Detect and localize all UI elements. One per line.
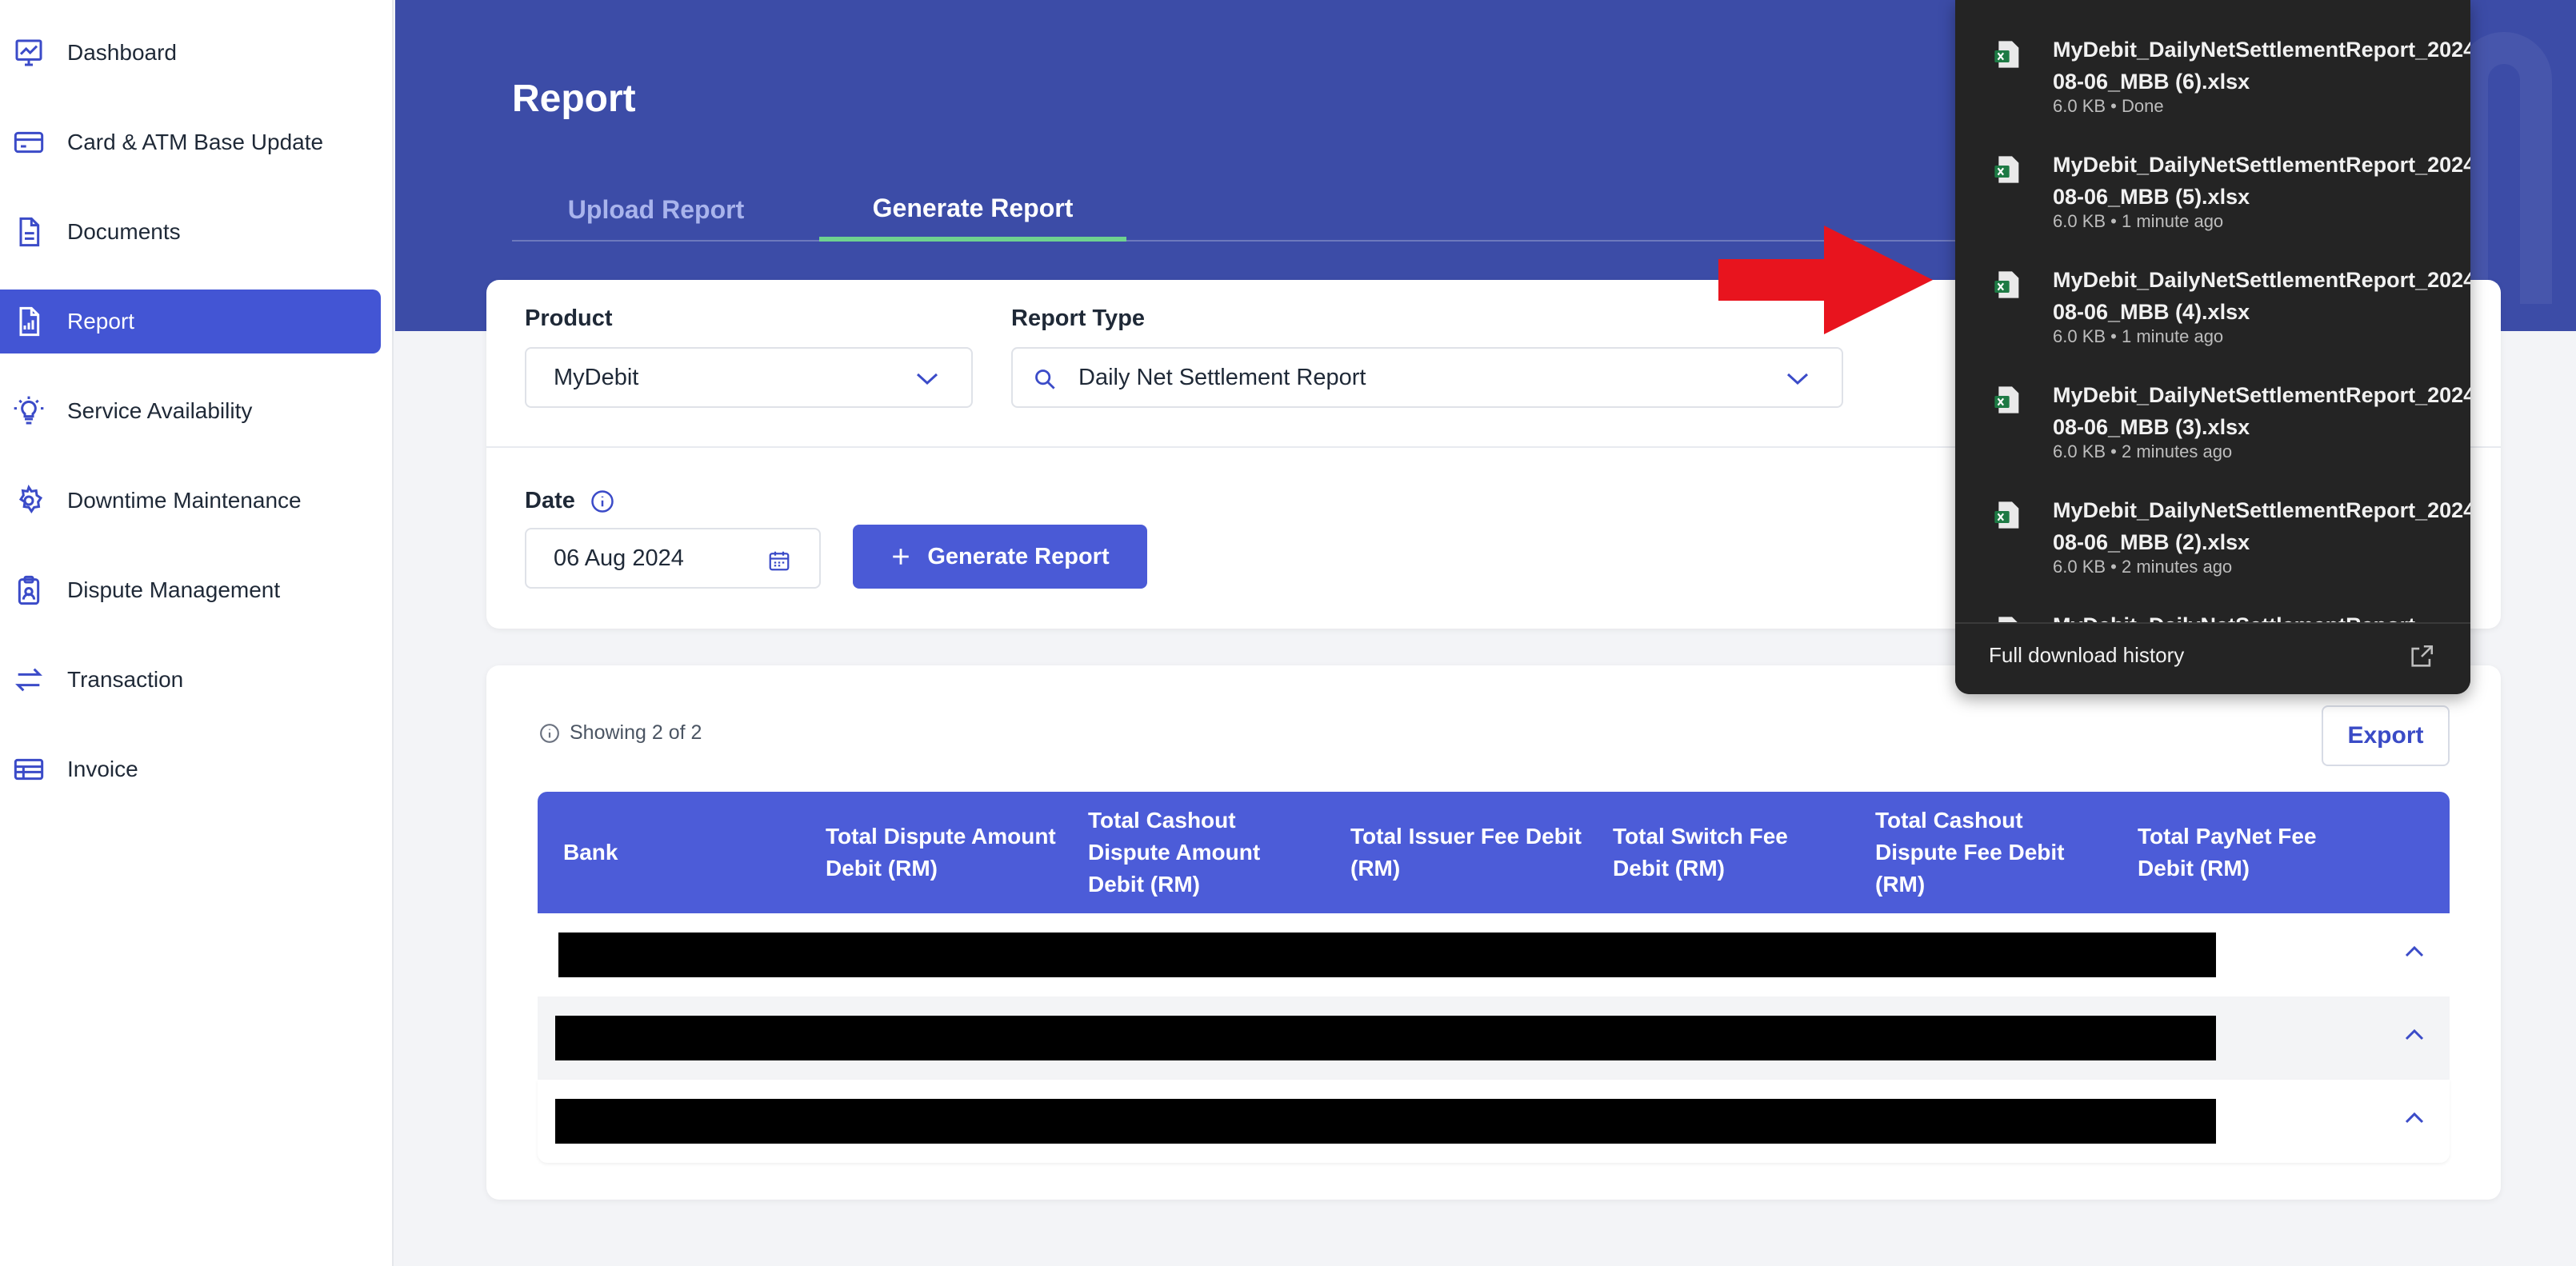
column-header-total-dispute-amount[interactable]: Total Dispute Amount Debit (RM): [826, 792, 1058, 913]
calendar-icon[interactable]: [766, 549, 792, 573]
card-icon: [13, 126, 45, 158]
sidebar-item-documents[interactable]: Documents: [0, 200, 381, 264]
clipboard-icon: [13, 574, 45, 606]
showing-count: Showing 2 of 2: [539, 721, 702, 745]
download-filename: MyDebit_DailyNetSettlementReport_2024-08…: [2053, 383, 2470, 439]
download-meta: 6.0 KB • 1 minute ago: [2053, 326, 2224, 346]
redacted-row-content: [558, 933, 2216, 977]
full-download-history-label: Full download history: [1989, 643, 2185, 667]
sidebar-item-invoice[interactable]: Invoice: [0, 737, 381, 801]
product-select[interactable]: MyDebit: [525, 347, 973, 408]
sidebar-item-label: Transaction: [67, 667, 184, 692]
sidebar-item-label: Invoice: [67, 757, 138, 781]
column-header-total-switch-fee[interactable]: Total Switch Fee Debit (RM): [1613, 792, 1845, 913]
sidebar-item-card-atm[interactable]: Card & ATM Base Update: [0, 110, 381, 174]
chevron-up-icon[interactable]: [2403, 942, 2426, 961]
tab-generate-report[interactable]: Generate Report: [819, 179, 1126, 242]
table-row[interactable]: [538, 1080, 2450, 1163]
showing-text: Showing 2 of 2: [570, 721, 702, 744]
full-download-history-link[interactable]: Full download history: [1955, 622, 2470, 694]
excel-file-icon: [1994, 386, 2019, 413]
sidebar-item-label: Dashboard: [67, 40, 177, 65]
sidebar-item-label: Dispute Management: [67, 577, 281, 602]
download-meta: 6.0 KB • Done: [2053, 96, 2164, 116]
plus-icon: [893, 549, 910, 565]
redacted-row-content: [555, 1099, 2216, 1144]
invoice-icon: [13, 753, 45, 785]
chevron-up-icon[interactable]: [2403, 1108, 2426, 1128]
lightbulb-icon: [13, 395, 45, 427]
column-header-total-issuer-fee[interactable]: Total Issuer Fee Debit (RM): [1350, 792, 1582, 913]
download-meta: 6.0 KB • 1 minute ago: [2053, 211, 2224, 231]
sidebar-item-report[interactable]: Report: [0, 290, 381, 353]
redacted-row-content: [555, 1016, 2216, 1060]
chevron-up-icon[interactable]: [2403, 1025, 2426, 1044]
tab-upload-report[interactable]: Upload Report: [560, 179, 752, 240]
product-label: Product: [525, 306, 613, 331]
generate-report-label: Generate Report: [927, 543, 1110, 569]
chart-icon: [13, 37, 45, 69]
download-meta: 6.0 KB • 2 minutes ago: [2053, 557, 2233, 577]
external-link-icon: [2411, 645, 2434, 667]
download-item[interactable]: MyDebit_DailyNetSettlementReport_2024-08…: [1955, 115, 2470, 231]
table-row[interactable]: [538, 996, 2450, 1080]
date-value: 06 Aug 2024: [554, 545, 684, 571]
download-item[interactable]: MyDebit_DailyNetSettlementReport_2024-08…: [1955, 0, 2470, 116]
sidebar-item-downtime-maintenance[interactable]: Downtime Maintenance: [0, 469, 381, 533]
excel-file-icon: [1994, 501, 2019, 529]
red-arrow-annotation: [1718, 226, 1933, 334]
download-meta: 6.0 KB • 2 minutes ago: [2053, 441, 2233, 461]
info-icon: [540, 723, 559, 743]
transfer-icon: [13, 664, 45, 696]
export-button[interactable]: Export: [2322, 705, 2450, 766]
sidebar: Dashboard Card & ATM Base Update Documen…: [0, 0, 394, 1266]
sidebar-item-label: Card & ATM Base Update: [67, 130, 324, 154]
table-header: Bank Total Dispute Amount Debit (RM) Tot…: [538, 792, 2450, 913]
sidebar-item-transaction[interactable]: Transaction: [0, 648, 381, 712]
downloads-panel: MyDebit_DailyNetSettlementReport_2024-08…: [1955, 0, 2470, 694]
sidebar-item-dispute-management[interactable]: Dispute Management: [0, 558, 381, 622]
product-value: MyDebit: [554, 364, 639, 390]
excel-file-icon: [1994, 271, 2019, 298]
gear-icon: [13, 484, 45, 517]
document-icon: [13, 216, 45, 248]
date-label: Date: [525, 488, 575, 513]
report-type-select[interactable]: Daily Net Settlement Report: [1011, 347, 1843, 408]
sidebar-item-service-availability[interactable]: Service Availability: [0, 379, 381, 443]
date-input[interactable]: 06 Aug 2024: [525, 528, 821, 589]
column-header-total-cashout-dispute-amount[interactable]: Total Cashout Dispute Amount Debit (RM): [1088, 792, 1320, 913]
download-item[interactable]: MyDebit_DailyNetSettlementReport_2024-08…: [1955, 461, 2470, 577]
sidebar-item-label: Service Availability: [67, 398, 253, 423]
download-filename: MyDebit_DailyNetSettlementReport_2024-08…: [2053, 268, 2470, 324]
column-header-total-paynet-fee[interactable]: Total PayNet Fee Debit (RM): [2138, 792, 2370, 913]
report-type-value: Daily Net Settlement Report: [1078, 364, 1366, 390]
report-icon: [13, 306, 45, 337]
download-item[interactable]: MyDebit_DailyNetSettlementReport_2024-08…: [1955, 345, 2470, 461]
chevron-down-icon: [1786, 373, 1809, 385]
sidebar-item-label: Documents: [67, 219, 181, 244]
info-icon[interactable]: [590, 489, 614, 513]
generate-report-button[interactable]: Generate Report: [853, 525, 1147, 589]
column-header-total-cashout-dispute-fee[interactable]: Total Cashout Dispute Fee Debit (RM): [1875, 792, 2107, 913]
download-filename: MyDebit_DailyNetSettlementReport_2024-08…: [2053, 498, 2470, 554]
sidebar-item-label: Downtime Maintenance: [67, 488, 302, 513]
column-header-bank[interactable]: Bank: [563, 792, 803, 913]
page-title: Report: [512, 78, 636, 120]
table-row[interactable]: [538, 913, 2450, 996]
download-item[interactable]: MyDebit_DailyNetSettlementReport_2024-08…: [1955, 230, 2470, 346]
sidebar-item-dashboard[interactable]: Dashboard: [0, 21, 381, 85]
download-filename: MyDebit_DailyNetSettlementReport_2024-08…: [2053, 153, 2470, 209]
download-filename: MyDebit_DailyNetSettlementReport_2024-08…: [2053, 38, 2470, 94]
excel-file-icon: [1994, 41, 2019, 68]
excel-file-icon: [1994, 156, 2019, 183]
search-icon: [1035, 369, 1055, 389]
sidebar-item-label: Report: [67, 309, 135, 333]
chevron-down-icon: [916, 373, 938, 385]
report-type-label: Report Type: [1011, 306, 1146, 331]
